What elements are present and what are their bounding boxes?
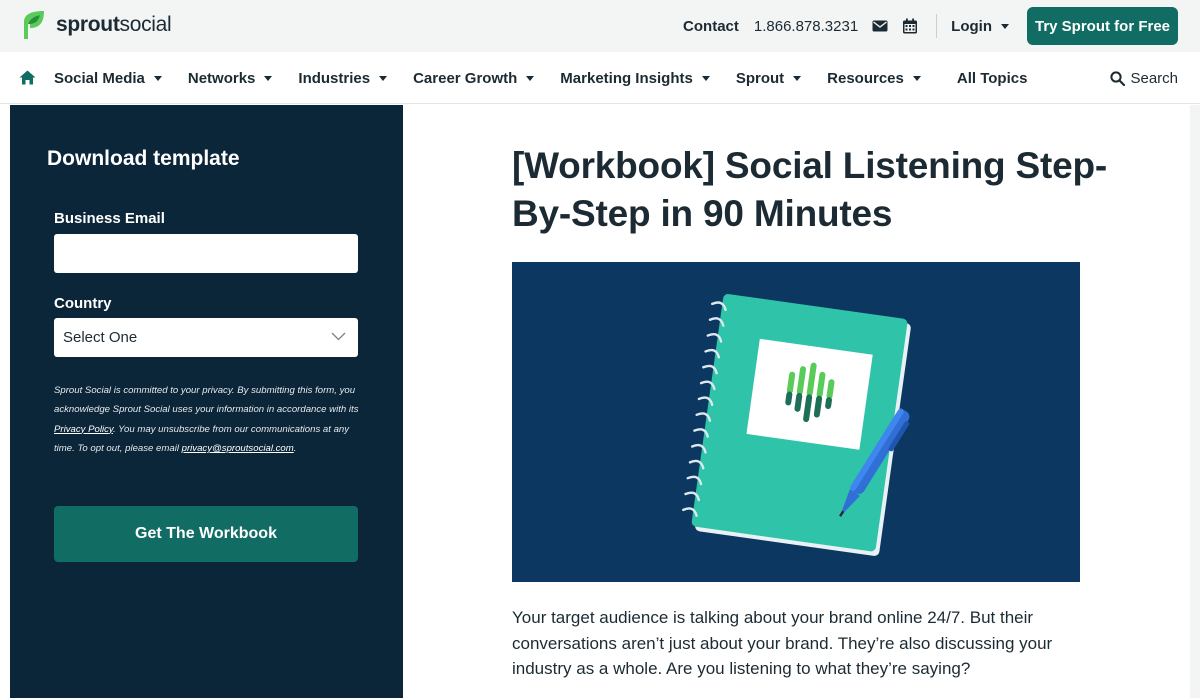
nav-item-label: Social Media	[54, 69, 145, 87]
caret-down-icon	[912, 75, 921, 81]
nav-item-label: Marketing Insights	[560, 69, 693, 87]
phone-link[interactable]: 1.866.878.3231	[754, 18, 858, 35]
privacy-email-link[interactable]: privacy@sproutsocial.com	[182, 443, 294, 454]
nav-item-all-topics[interactable]: All Topics	[957, 70, 1028, 87]
caret-down-icon	[1001, 23, 1009, 29]
divider	[936, 14, 938, 38]
country-label: Country	[54, 295, 112, 312]
email-label: Business Email	[54, 210, 165, 227]
chevron-down-icon	[331, 332, 346, 341]
notebook-illustration	[682, 294, 911, 556]
main-nav: Social Media Networks Industries Career …	[0, 52, 1200, 104]
caret-down-icon	[701, 75, 710, 81]
calendar-icon[interactable]	[902, 18, 918, 34]
envelope-icon[interactable]	[872, 18, 888, 34]
article-intro: Your target audience is talking about yo…	[512, 608, 1053, 678]
hero-image	[512, 262, 1080, 582]
logo-wordmark: sproutsocial	[56, 13, 172, 36]
nav-item-label: Networks	[187, 69, 256, 87]
top-bar: sproutsocial Contact 1.866.878.3231 Logi…	[0, 0, 1200, 52]
caret-down-icon	[793, 75, 802, 81]
sprout-social-logo[interactable]: sproutsocial	[22, 10, 172, 40]
privacy-text: Sprout Social is committed to your priva…	[54, 385, 359, 416]
privacy-policy-link[interactable]: Privacy Policy	[54, 424, 113, 435]
business-email-input[interactable]	[54, 234, 358, 273]
privacy-text: .	[293, 442, 297, 454]
caret-down-icon	[264, 75, 273, 81]
nav-item-resources[interactable]: Resources	[827, 70, 921, 87]
country-selected-value: Select One	[63, 329, 138, 346]
get-workbook-button[interactable]: Get The Workbook	[54, 506, 358, 562]
sprout-leaf-icon	[24, 11, 44, 39]
top-right-actions: Contact 1.866.878.3231 Login Try Sprout …	[683, 7, 1178, 45]
nav-item-social-media[interactable]: Social Media	[54, 70, 162, 87]
login-menu[interactable]: Login	[951, 18, 1009, 35]
search-button[interactable]: Search	[1110, 52, 1178, 104]
caret-down-icon	[526, 75, 535, 81]
form-title: Download template	[47, 147, 240, 170]
contact-link[interactable]: Contact	[683, 18, 739, 35]
privacy-notice: Sprout Social is committed to your priva…	[54, 381, 364, 458]
nav-item-label: Resources	[827, 69, 904, 87]
nav-item-label: Industries	[298, 69, 371, 87]
nav-item-label: Career Growth	[413, 69, 518, 87]
nav-items: Social Media Networks Industries Career …	[54, 52, 1053, 104]
caret-down-icon	[379, 75, 388, 81]
try-sprout-button[interactable]: Try Sprout for Free	[1027, 7, 1178, 45]
caret-down-icon	[153, 75, 162, 81]
nav-item-marketing-insights[interactable]: Marketing Insights	[560, 70, 710, 87]
nav-item-label: Sprout	[735, 69, 785, 87]
nav-item-career-growth[interactable]: Career Growth	[413, 69, 535, 87]
nav-item-sprout[interactable]: Sprout	[735, 69, 802, 87]
nav-item-industries[interactable]: Industries	[298, 69, 388, 87]
login-label: Login	[951, 17, 992, 35]
page-edge	[1190, 105, 1200, 698]
home-icon[interactable]	[19, 70, 36, 85]
article-title: [Workbook] Social Listening Step-By-Step…	[512, 145, 1108, 234]
search-label: Search	[1130, 69, 1178, 87]
nav-item-networks[interactable]: Networks	[188, 70, 273, 87]
download-form-panel: Download template Business Email Country…	[10, 105, 403, 698]
search-icon	[1110, 70, 1126, 86]
country-select[interactable]: Select One	[54, 318, 358, 357]
